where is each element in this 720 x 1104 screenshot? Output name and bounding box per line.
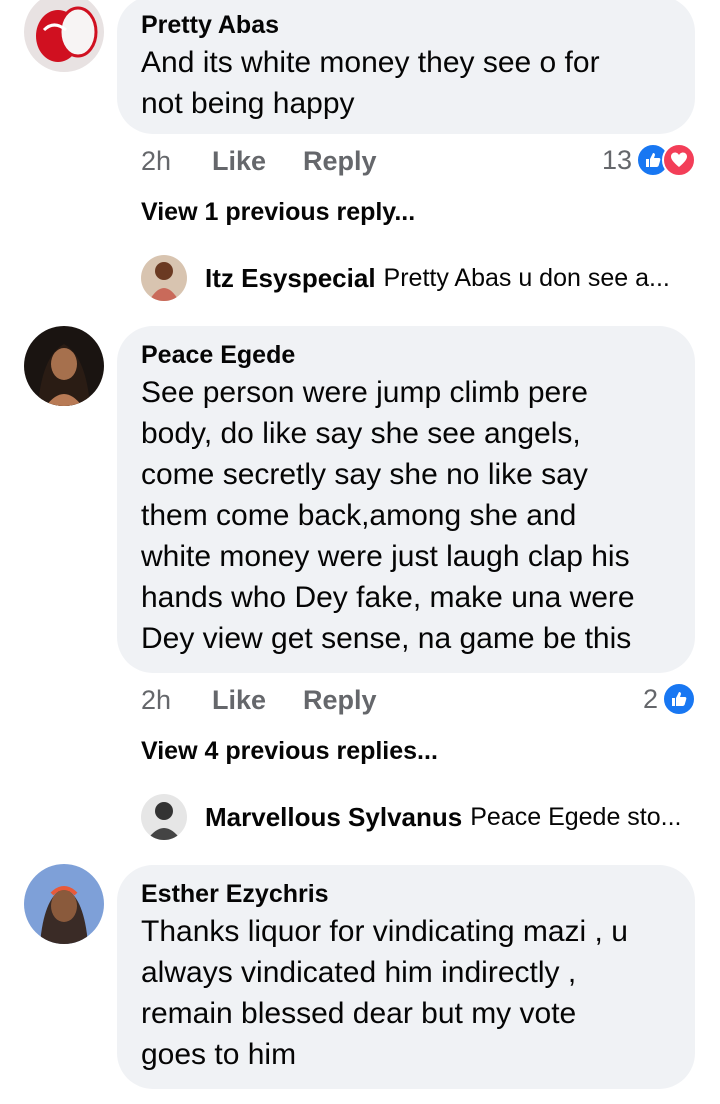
avatar[interactable]	[24, 864, 104, 944]
comment-actions: 2h Like Reply 13	[141, 143, 696, 182]
comment-time[interactable]: 2h	[141, 685, 171, 716]
view-previous-replies[interactable]: View 1 previous reply...	[141, 198, 415, 227]
comment-bubble: Peace Egede See person were jump climb p…	[117, 326, 695, 673]
latest-reply[interactable]: Marvellous Sylvanus Peace Egede sto...	[141, 793, 696, 841]
comment-author[interactable]: Peace Egede	[141, 340, 671, 370]
avatar[interactable]	[141, 794, 187, 840]
reply-button[interactable]: Reply	[303, 146, 377, 177]
latest-reply[interactable]: Itz Esyspecial Pretty Abas u don see a..…	[141, 254, 696, 302]
comment-text: See person were jump climb pere body, do…	[141, 376, 635, 655]
comment-actions: 2h Like Reply 2	[141, 682, 696, 721]
comment-text: Thanks liquor for vindicating mazi , u a…	[141, 915, 628, 1071]
comment-bubble: Pretty Abas And its white money they see…	[117, 0, 695, 134]
reply-author[interactable]: Marvellous Sylvanus	[205, 802, 462, 833]
avatar[interactable]	[24, 326, 104, 406]
avatar[interactable]	[141, 255, 187, 301]
comment-author[interactable]: Pretty Abas	[141, 10, 671, 40]
reply-button[interactable]: Reply	[303, 685, 377, 716]
reaction-count: 2	[642, 683, 658, 714]
comment-time[interactable]: 2h	[141, 146, 171, 177]
reply-author[interactable]: Itz Esyspecial	[205, 263, 376, 294]
reply-preview: Pretty Abas u don see a...	[383, 263, 670, 292]
like-icon	[662, 682, 696, 716]
reaction-count: 13	[601, 144, 632, 175]
comment-text: And its white money they see o for not b…	[141, 46, 600, 120]
view-previous-replies[interactable]: View 4 previous replies...	[141, 737, 438, 766]
comment-bubble: Esther Ezychris Thanks liquor for vindic…	[117, 865, 695, 1089]
comment-author[interactable]: Esther Ezychris	[141, 879, 671, 909]
like-button[interactable]: Like	[212, 146, 266, 177]
reply-preview: Peace Egede sto...	[470, 802, 682, 831]
avatar[interactable]	[24, 0, 104, 72]
like-button[interactable]: Like	[212, 685, 266, 716]
reactions-summary[interactable]: 2	[643, 681, 696, 717]
reactions-summary[interactable]: 13	[602, 142, 696, 178]
love-icon	[662, 143, 696, 177]
